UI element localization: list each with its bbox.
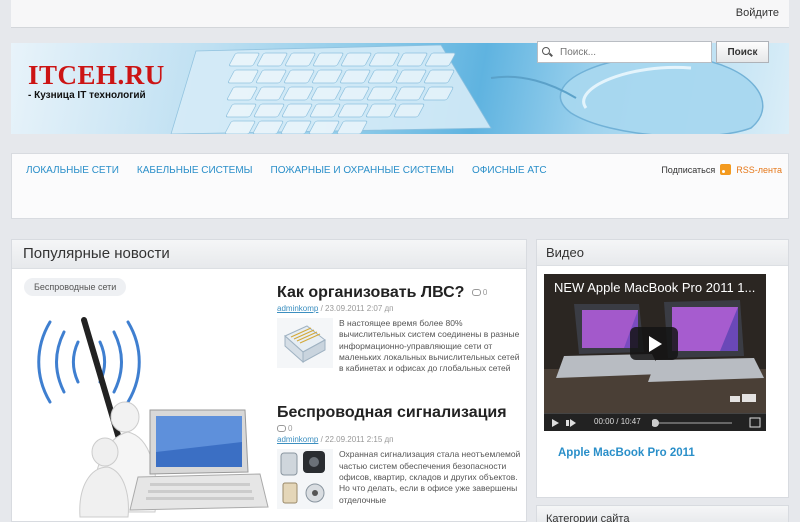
article-date: / 23.09.2011 2:07 дп xyxy=(318,304,394,313)
article-title-text[interactable]: Как организовать ЛВС? xyxy=(277,284,464,301)
search-icon xyxy=(542,47,552,57)
article-excerpt: Охранная сигнализация стала неотъемлемой… xyxy=(339,449,521,505)
article-title-text[interactable]: Беспроводная сигнализация xyxy=(277,404,507,421)
popular-news-panel: Популярные новости Беспроводные сети Как… xyxy=(11,239,527,522)
top-bar: Войдите xyxy=(11,0,789,28)
navigation-bar: Локальные сети Кабельные системы Пожарны… xyxy=(11,153,789,219)
article-meta: adminkomp / 22.09.2011 2:15 дп xyxy=(277,435,523,444)
video-panel: Видео NEW Apple MacBook Pro 2011 1... 00… xyxy=(536,239,789,498)
search-box xyxy=(537,41,712,63)
comment-bubble-icon xyxy=(277,425,286,433)
article-title[interactable]: Как организовать ЛВС? 0 xyxy=(277,284,523,302)
video-heading: Видео xyxy=(537,240,788,266)
nav-item-office-pbx[interactable]: Офисные АТС xyxy=(472,165,547,176)
scrubber-handle[interactable] xyxy=(652,419,659,427)
article-body: В настоящее время более 80% вычислительн… xyxy=(277,318,523,374)
rj45-connector-thumbnail[interactable] xyxy=(277,318,333,368)
comment-count[interactable]: 0 xyxy=(277,424,292,433)
subscribe-label: Подписаться xyxy=(661,164,716,175)
popular-news-heading: Популярные новости xyxy=(12,240,526,269)
comment-count[interactable]: 0 xyxy=(471,288,488,298)
logo-name: ITCEH.RU xyxy=(28,60,165,90)
wireless-network-illustration[interactable] xyxy=(20,302,270,522)
article-excerpt: В настоящее время более 80% вычислительн… xyxy=(339,318,520,374)
article-body: Охранная сигнализация стала неотъемлемой… xyxy=(277,449,523,510)
article-comments-row: 0 xyxy=(277,424,523,433)
rss-link[interactable]: RSS-лента xyxy=(736,165,782,175)
category-tag[interactable]: Беспроводные сети xyxy=(24,278,127,296)
subscribe-block: Подписаться RSS-лента xyxy=(661,164,782,175)
play-icon[interactable] xyxy=(630,327,678,360)
comment-count-value: 0 xyxy=(482,288,488,298)
author-link[interactable]: adminkomp xyxy=(277,435,318,444)
article-card: Как организовать ЛВС? 0 adminkomp / 23.0… xyxy=(277,284,523,374)
progress-bar[interactable] xyxy=(652,414,752,431)
alarm-devices-thumbnail[interactable] xyxy=(277,449,333,510)
login-link[interactable]: Войдите xyxy=(736,7,779,19)
categories-panel-heading: Категории сайта xyxy=(536,505,789,522)
article-date: / 22.09.2011 2:15 дп xyxy=(318,435,394,445)
fullscreen-icon[interactable] xyxy=(748,414,762,431)
nav-item-cable-systems[interactable]: Кабельные системы xyxy=(137,165,253,176)
next-icon[interactable] xyxy=(566,420,569,426)
comment-bubble-icon xyxy=(471,289,481,297)
search-input[interactable] xyxy=(560,46,700,58)
main-menu: Локальные сети Кабельные системы Пожарны… xyxy=(26,165,547,176)
article-card: Беспроводная сигнализация 0 adminkomp / … xyxy=(277,404,523,510)
site-logo[interactable]: ITCEH.RU - Кузница IT технологий xyxy=(28,60,165,102)
logo-tagline: - Кузница IT технологий xyxy=(28,90,146,101)
article-title[interactable]: Беспроводная сигнализация xyxy=(277,404,523,422)
article-meta: adminkomp / 23.09.2011 2:07 дп xyxy=(277,304,523,313)
nav-item-fire-security[interactable]: Пожарные и охранные системы xyxy=(271,165,454,176)
author-link[interactable]: adminkomp xyxy=(277,304,318,313)
search-button[interactable]: Поиск xyxy=(716,41,769,63)
video-play-controls xyxy=(552,419,576,427)
small-play-icon[interactable] xyxy=(552,419,559,427)
video-player[interactable]: NEW Apple MacBook Pro 2011 1... 00:00 / … xyxy=(544,274,766,431)
comment-count-value: 0 xyxy=(288,424,293,434)
mouse-illustration xyxy=(490,55,764,134)
video-time: 00:00 / 10:47 xyxy=(594,417,641,426)
video-caption-link[interactable]: Apple MacBook Pro 2011 xyxy=(558,447,695,459)
video-controls: 00:00 / 10:47 xyxy=(544,413,766,431)
video-title[interactable]: NEW Apple MacBook Pro 2011 1... xyxy=(554,280,755,295)
nav-item-local-networks[interactable]: Локальные сети xyxy=(26,165,119,176)
rss-icon[interactable] xyxy=(720,164,732,175)
